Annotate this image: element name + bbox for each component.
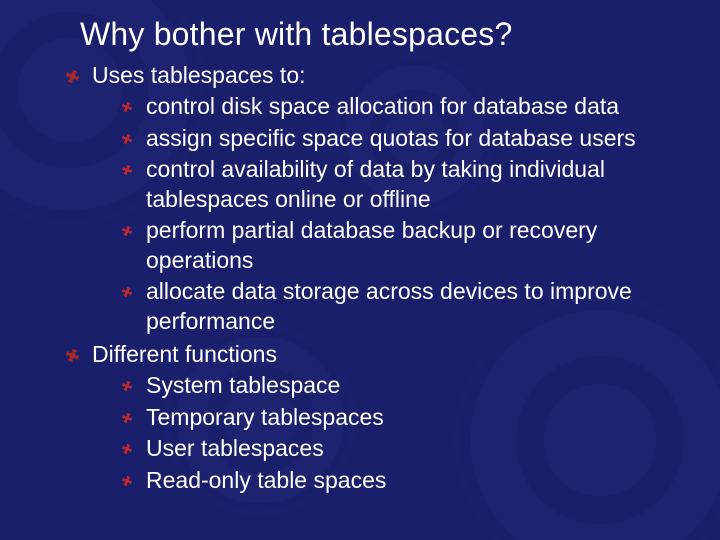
list-item-label: allocate data storage across devices to … <box>146 278 632 333</box>
list-item: Uses tablespaces to: control disk space … <box>40 61 680 336</box>
bullet-list-sub: control disk space allocation for databa… <box>92 92 680 336</box>
list-item: User tablespaces <box>92 434 680 463</box>
bullet-list-top: Uses tablespaces to: control disk space … <box>40 61 680 495</box>
list-item: assign specific space quotas for databas… <box>92 124 680 153</box>
list-item: Different functions System tablespace Te… <box>40 340 680 495</box>
list-item: allocate data storage across devices to … <box>92 277 680 336</box>
list-item-label: Different functions <box>92 341 277 367</box>
list-item-label: control disk space allocation for databa… <box>146 93 619 119</box>
list-item: control availability of data by taking i… <box>92 155 680 214</box>
list-item: control disk space allocation for databa… <box>92 92 680 121</box>
slide-title: Why bother with tablespaces? <box>80 16 680 53</box>
list-item-label: perform partial database backup or recov… <box>146 217 597 272</box>
bullet-list-sub: System tablespace Temporary tablespaces … <box>92 371 680 495</box>
list-item: Temporary tablespaces <box>92 403 680 432</box>
list-item: perform partial database backup or recov… <box>92 216 680 275</box>
list-item-label: User tablespaces <box>146 435 324 461</box>
list-item-label: assign specific space quotas for databas… <box>146 125 636 151</box>
list-item-label: Uses tablespaces to: <box>92 62 306 88</box>
list-item-label: control availability of data by taking i… <box>146 156 605 211</box>
list-item: Read-only table spaces <box>92 466 680 495</box>
list-item-label: System tablespace <box>146 372 340 398</box>
list-item-label: Temporary tablespaces <box>146 404 384 430</box>
list-item-label: Read-only table spaces <box>146 467 386 493</box>
slide: Why bother with tablespaces? Uses tables… <box>0 0 720 540</box>
list-item: System tablespace <box>92 371 680 400</box>
